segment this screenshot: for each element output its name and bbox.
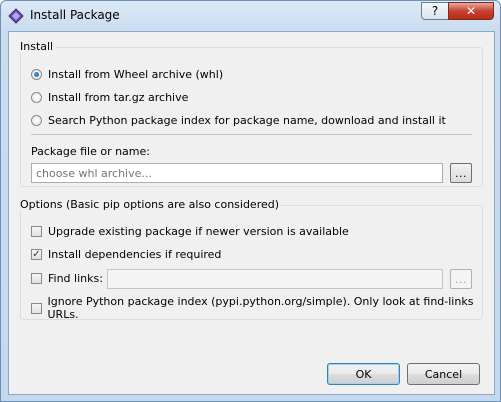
deps-checkbox[interactable]: ✓: [31, 249, 42, 260]
radio-targz-indicator[interactable]: [31, 92, 42, 103]
radio-wheel-label: Install from Wheel archive (whl): [48, 68, 224, 81]
options-group: Options (Basic pip options are also cons…: [20, 198, 483, 321]
radio-search-pypi[interactable]: Search Python package index for package …: [31, 114, 446, 127]
find-links-checkbox[interactable]: [31, 273, 42, 284]
ok-button[interactable]: OK: [327, 363, 400, 385]
deps-option[interactable]: ✓ Install dependencies if required: [31, 248, 221, 261]
radio-targz[interactable]: Install from tar.gz archive: [31, 91, 188, 104]
radio-wheel[interactable]: Install from Wheel archive (whl): [31, 68, 223, 81]
radio-wheel-indicator[interactable]: [31, 69, 42, 80]
radio-search-pypi-indicator[interactable]: [31, 115, 42, 126]
close-button[interactable]: ✕: [448, 2, 494, 20]
options-group-title: Options (Basic pip options are also cons…: [20, 198, 282, 211]
find-links-browse-button[interactable]: ...: [450, 269, 472, 289]
ignore-index-label: Ignore Python package index (pypi.python…: [47, 295, 474, 321]
find-links-label: Find links:: [48, 272, 103, 285]
deps-label: Install dependencies if required: [48, 248, 222, 261]
find-links-input[interactable]: [107, 269, 443, 289]
upgrade-checkbox[interactable]: [31, 226, 42, 237]
find-links-option[interactable]: Find links:: [31, 272, 103, 285]
title-bar[interactable]: Install Package ? ✕: [1, 1, 500, 31]
upgrade-label: Upgrade existing package if newer versio…: [48, 225, 349, 238]
ignore-index-option[interactable]: Ignore Python package index (pypi.python…: [31, 295, 482, 321]
dialog-body: Install Install from Wheel archive (whl)…: [8, 31, 495, 395]
upgrade-option[interactable]: Upgrade existing package if newer versio…: [31, 225, 349, 238]
cancel-button[interactable]: Cancel: [407, 363, 480, 385]
help-button[interactable]: ?: [421, 2, 449, 20]
install-group: Install Install from Wheel archive (whl)…: [20, 40, 483, 187]
install-separator: [31, 134, 472, 135]
ignore-index-checkbox[interactable]: [31, 302, 42, 314]
radio-targz-label: Install from tar.gz archive: [48, 91, 189, 104]
radio-search-pypi-label: Search Python package index for package …: [48, 114, 446, 127]
package-file-label: Package file or name:: [31, 145, 150, 158]
window-title: Install Package: [30, 8, 120, 22]
package-browse-button[interactable]: ...: [450, 163, 472, 183]
install-group-title: Install: [20, 40, 56, 53]
package-file-input[interactable]: [31, 163, 443, 183]
app-icon: [8, 8, 24, 24]
install-package-dialog: Install Package ? ✕ Install Install from…: [0, 0, 501, 402]
